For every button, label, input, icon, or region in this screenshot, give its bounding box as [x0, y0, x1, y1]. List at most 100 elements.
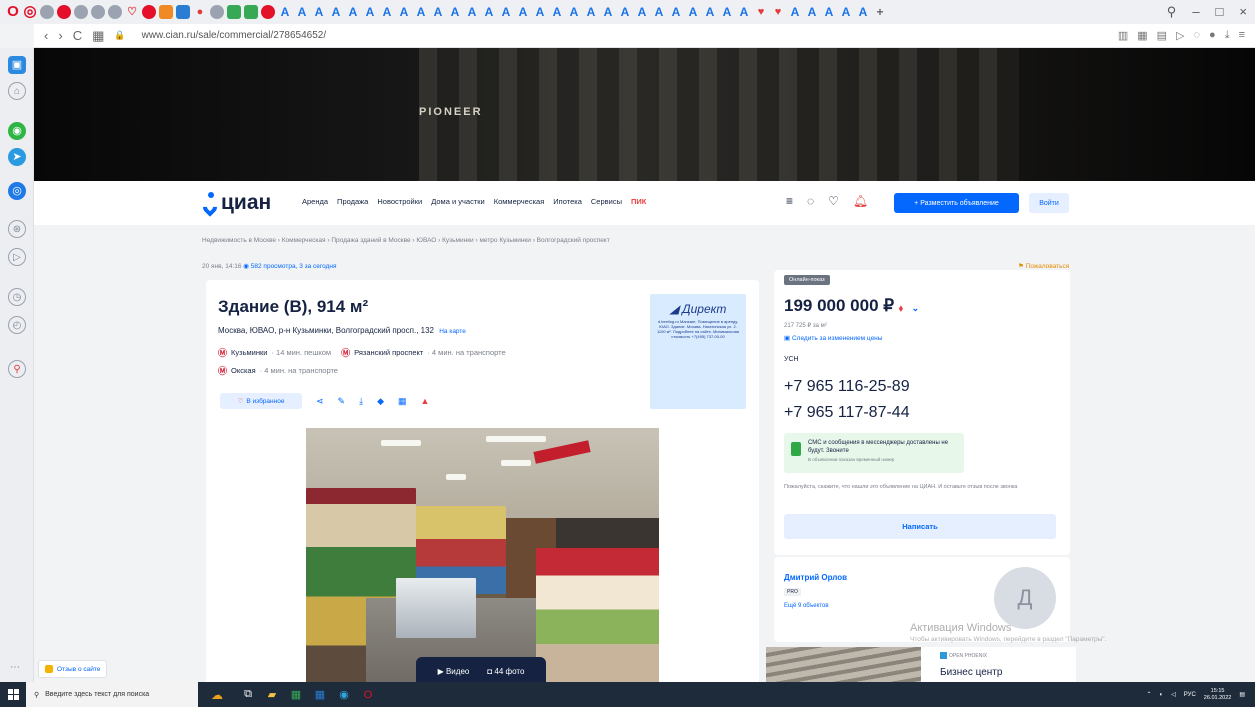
print-icon[interactable]: ▦ — [398, 396, 407, 407]
tab-icon[interactable] — [91, 5, 105, 19]
metro-station[interactable]: Кузьминки — [231, 348, 267, 357]
tray-chevron-icon[interactable]: ⌃ — [1147, 691, 1152, 698]
volume-icon[interactable]: ◁ — [1171, 691, 1176, 698]
tab-icon[interactable]: A — [618, 5, 632, 19]
views-count[interactable]: 582 просмотра, 3 за сегодня — [251, 263, 337, 270]
nav-item-new-buildings[interactable]: Новостройки — [377, 197, 422, 206]
photos-button[interactable]: ◘ 44 фото — [487, 667, 524, 676]
vpn-icon[interactable]: ◌ — [1194, 29, 1201, 42]
tab-icon[interactable]: ◎ — [23, 4, 37, 19]
language-indicator[interactable]: РУС — [1184, 692, 1196, 698]
tab-icon[interactable]: A — [601, 5, 615, 19]
chevron-down-icon[interactable]: ⌄ — [912, 303, 920, 313]
tab-icon[interactable]: ♡ — [125, 5, 139, 19]
tab-icon[interactable] — [176, 5, 190, 19]
extensions-icon[interactable]: ⚲ — [8, 360, 26, 378]
close-icon[interactable]: × — [1239, 4, 1247, 20]
tab-icon[interactable]: ♥ — [754, 5, 768, 19]
favorite-button[interactable]: ♡ В избранное — [220, 393, 302, 409]
search-tabs-icon[interactable]: ⚲ — [1167, 4, 1177, 20]
new-tab-icon[interactable]: + — [873, 5, 887, 19]
bookmarks-icon[interactable]: ⊛ — [8, 220, 26, 238]
agent-objects-link[interactable]: Ещё 9 объектов — [784, 603, 829, 609]
listing-photo[interactable] — [306, 428, 659, 685]
cian-logo[interactable]: циан — [200, 191, 271, 217]
speed-dial-icon[interactable]: ▣ — [8, 56, 26, 74]
tab-icon[interactable]: A — [839, 5, 853, 19]
tab-icon[interactable]: A — [482, 5, 496, 19]
tab-active[interactable]: A — [295, 5, 309, 19]
metro-station[interactable]: Окская — [231, 366, 256, 375]
tab-icon[interactable] — [108, 5, 122, 19]
share-icon[interactable]: ⋖ — [316, 396, 324, 407]
excel-icon[interactable]: ▦ — [284, 682, 308, 707]
tab-icon[interactable]: A — [686, 5, 700, 19]
clock-icon[interactable]: ◴ — [8, 316, 26, 334]
network-icon[interactable]: ◐ — [1160, 692, 1164, 698]
tab-icon[interactable] — [159, 5, 173, 19]
telegram-icon[interactable]: ➤ — [8, 148, 26, 166]
business-center-promo[interactable]: OPEN PHOENIX Бизнес центр — [766, 647, 1076, 682]
pencil-icon[interactable]: ✎ — [338, 396, 346, 407]
direct-ad[interactable]: ◢ Директ d.beeling.ru Магазин. Помещение… — [650, 294, 746, 409]
tab-icon[interactable]: A — [550, 5, 564, 19]
phone-number[interactable]: +7 965 117-87-44 — [784, 404, 910, 422]
task-view-icon[interactable]: ⧉ — [236, 682, 260, 707]
tab-icon[interactable] — [227, 5, 241, 19]
video-button[interactable]: ▶ Видео — [438, 667, 470, 676]
nav-item-sale[interactable]: Продажа — [337, 197, 368, 206]
tab-icon[interactable]: A — [363, 5, 377, 19]
home-icon[interactable]: ⌂ — [8, 82, 26, 100]
tabs-grid-icon[interactable]: ▦ — [92, 28, 104, 44]
tab-icon[interactable]: A — [567, 5, 581, 19]
menu-icon[interactable]: ≡ — [1239, 29, 1245, 42]
tab-icon[interactable]: A — [635, 5, 649, 19]
profile-icon[interactable]: ● — [1209, 29, 1216, 42]
avatar[interactable]: Д — [994, 567, 1056, 629]
notifications-icon[interactable]: ▤ — [1239, 691, 1245, 698]
complaint-link[interactable]: ⚑ Пожаловаться — [1018, 262, 1069, 270]
nav-item-commercial[interactable]: Коммерческая — [494, 197, 545, 206]
player-icon[interactable]: ▷ — [1176, 29, 1184, 42]
login-button[interactable]: Войти — [1029, 193, 1069, 213]
tab-icon[interactable]: A — [397, 5, 411, 19]
write-button[interactable]: Написать — [784, 514, 1056, 539]
tab-icon[interactable]: ♥ — [771, 5, 785, 19]
phone-number[interactable]: +7 965 116-25-89 — [784, 378, 910, 396]
tab-icon[interactable]: A — [652, 5, 666, 19]
follow-price-link[interactable]: ▣ Следить за изменением цены — [784, 334, 882, 342]
nav-item-houses[interactable]: Дома и участки — [431, 197, 485, 206]
tab-icon[interactable]: A — [516, 5, 530, 19]
download-icon[interactable]: ⤓ — [359, 396, 363, 407]
tab-icon[interactable] — [142, 5, 156, 19]
tab-icon[interactable] — [74, 5, 88, 19]
tab-icon[interactable]: A — [380, 5, 394, 19]
nav-item-pik[interactable]: ПИК — [631, 197, 646, 206]
back-icon[interactable]: ‹ — [44, 28, 48, 43]
compare-icon[interactable]: ≡ — [786, 194, 793, 208]
tab-icon[interactable]: A — [278, 5, 292, 19]
tab-icon[interactable]: A — [822, 5, 836, 19]
opera-logo-icon[interactable]: O — [6, 4, 20, 19]
tab-icon[interactable]: A — [533, 5, 547, 19]
taskbar-search[interactable]: ⚲ Введите здесь текст для поиска — [26, 682, 198, 707]
tab-icon[interactable]: A — [788, 5, 802, 19]
address-text[interactable]: Москва, ЮВАО, р-н Кузьминки, Волгоградск… — [218, 326, 434, 335]
map-link[interactable]: На карте — [439, 328, 466, 335]
file-explorer-icon[interactable]: ▰ — [260, 682, 284, 707]
tab-icon[interactable]: ● — [193, 5, 207, 19]
tab-icon[interactable]: A — [448, 5, 462, 19]
extension-icon[interactable]: ▤ — [1157, 29, 1167, 42]
tab-icon[interactable]: A — [312, 5, 326, 19]
compare-icon[interactable]: ◆ — [377, 396, 384, 407]
tab-icon[interactable]: A — [805, 5, 819, 19]
clock[interactable]: 15:15 26.01.2022 — [1204, 688, 1232, 702]
chat-icon[interactable]: ◌ — [807, 194, 814, 208]
tab-icon[interactable] — [261, 5, 275, 19]
price-change-icon[interactable]: ⬧ — [899, 303, 903, 313]
extension-icon[interactable]: ▦ — [1137, 29, 1147, 42]
top-banner[interactable]: PIONEER — [34, 48, 1255, 181]
tab-icon[interactable]: A — [499, 5, 513, 19]
messenger-icon[interactable]: ◎ — [8, 182, 26, 200]
nav-item-services[interactable]: Сервисы — [591, 197, 622, 206]
